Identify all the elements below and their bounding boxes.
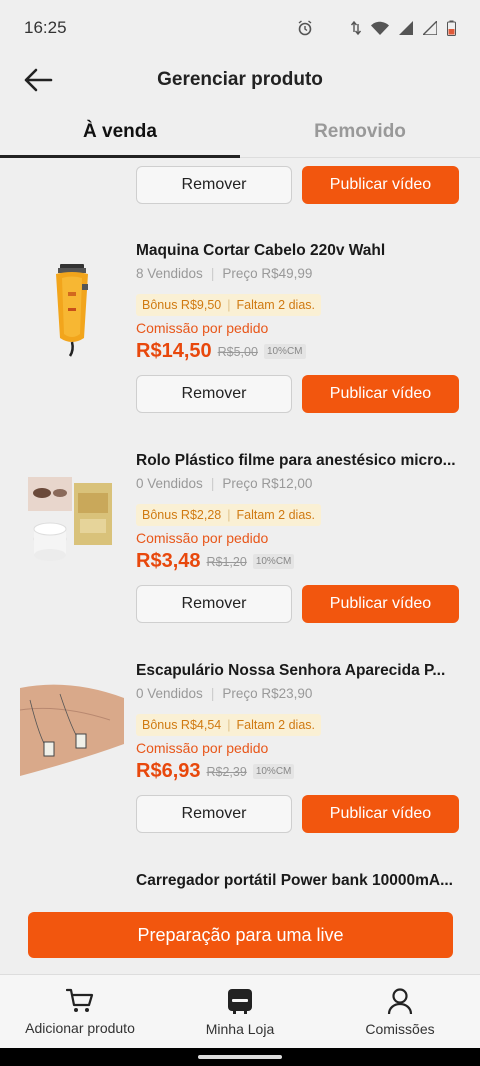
bonus-badge: Bônus R$4,54 | Faltam 2 dias. [136,714,321,736]
old-commission: R$1,20 [206,554,247,569]
commission-row: R$14,50 R$5,00 10%CM [136,340,306,363]
bonus-amount: Bônus R$4,54 [142,718,222,732]
back-button[interactable] [22,64,54,96]
product-meta: 8 Vendidos | Preço R$49,99 [136,266,313,281]
product-price: Preço R$23,90 [222,686,313,701]
plastic-film-roll-image [28,477,112,561]
status-icons [297,20,456,36]
cm-badge: 10%CM [252,554,295,569]
store-icon [228,988,252,1014]
alarm-icon [298,20,312,36]
back-arrow-icon [24,68,53,92]
commission-label: Comissão por pedido [136,530,269,546]
cm-badge: 10%CM [252,764,295,779]
status-bar: 16:25 [0,0,480,56]
product-price: Preço R$12,00 [222,476,313,491]
tab-a-venda[interactable]: À venda [0,106,240,158]
nav-commissions[interactable]: Comissões [320,975,480,1048]
bonus-badge: Bônus R$2,28 | Faltam 2 dias. [136,504,321,526]
battery-icon [447,20,456,36]
list-item[interactable]: Carregador portátil Power bank 10000mA..… [0,872,480,894]
remove-button[interactable]: Remover [136,795,292,833]
item-actions: Remover Publicar vídeo [136,375,459,413]
bonus-badge: Bônus R$9,50 | Faltam 2 dias. [136,294,321,316]
publish-video-button[interactable]: Publicar vídeo [302,585,459,623]
publish-video-button[interactable]: Publicar vídeo [302,795,459,833]
sold-count: 8 Vendidos [136,266,203,281]
signal-icon [399,21,413,35]
prev-item-actions: Remover Publicar vídeo [136,166,459,204]
person-icon [387,987,413,1014]
bonus-amount: Bônus R$9,50 [142,298,222,312]
status-time: 16:25 [24,18,67,37]
commission-label: Comissão por pedido [136,320,269,336]
publish-video-button[interactable]: Publicar vídeo [302,375,459,413]
commission-row: R$3,48 R$1,20 10%CM [136,550,295,573]
signal-alt-icon [423,21,437,35]
product-title[interactable]: Maquina Cortar Cabelo 220v Wahl [136,242,456,260]
nav-my-store[interactable]: Minha Loja [160,975,320,1048]
home-gesture-bar[interactable] [198,1055,282,1059]
bonus-remaining: Faltam 2 dias. [236,508,315,522]
commission-value: R$14,50 [136,340,212,362]
nav-label: Comissões [365,1020,435,1037]
cart-icon [66,988,94,1012]
item-actions: Remover Publicar vídeo [136,795,459,833]
header: Gerenciar produto [0,56,480,104]
commission-value: R$6,93 [136,760,201,782]
sold-count: 0 Vendidos [136,476,203,491]
product-image[interactable] [20,884,124,894]
remove-button[interactable]: Remover [136,375,292,413]
item-actions: Remover Publicar vídeo [136,585,459,623]
commission-label: Comissão por pedido [136,740,269,756]
cm-badge: 10%CM [263,344,306,359]
product-price: Preço R$49,99 [222,266,313,281]
product-title[interactable]: Carregador portátil Power bank 10000mA..… [136,872,456,890]
data-arrows-icon [351,20,361,36]
product-image[interactable] [20,676,124,780]
hair-clipper-image [56,264,88,357]
commission-value: R$3,48 [136,550,201,572]
product-image[interactable] [20,466,124,570]
product-title[interactable]: Escapulário Nossa Senhora Aparecida P... [136,662,456,680]
prepare-live-button[interactable]: Preparação para uma live [28,912,453,958]
publish-video-button[interactable]: Publicar vídeo [302,166,459,204]
tab-removido[interactable]: Removido [240,106,480,157]
product-meta: 0 Vendidos | Preço R$23,90 [136,686,313,701]
nav-add-product[interactable]: Adicionar produto [0,975,160,1048]
gesture-area [0,1048,480,1066]
bonus-remaining: Faltam 2 dias. [236,298,315,312]
wifi-icon [371,21,389,35]
page-title: Gerenciar produto [157,69,323,90]
product-image[interactable] [20,256,124,360]
list-item[interactable]: Escapulário Nossa Senhora Aparecida P...… [0,662,480,862]
cta-area: Preparação para uma live [0,894,480,974]
tab-bar: À venda Removido [0,106,480,158]
bonus-remaining: Faltam 2 dias. [236,718,315,732]
bonus-amount: Bônus R$2,28 [142,508,222,522]
list-item[interactable]: Rolo Plástico filme para anestésico micr… [0,452,480,652]
old-commission: R$5,00 [217,344,258,359]
product-list[interactable]: Remover Publicar vídeo Maquina Cortar Ca… [0,158,480,894]
sold-count: 0 Vendidos [136,686,203,701]
bottom-nav: Adicionar produto Minha Loja Comissões [0,974,480,1048]
old-commission: R$2,39 [206,764,247,779]
product-meta: 0 Vendidos | Preço R$12,00 [136,476,313,491]
nav-label: Minha Loja [205,1020,275,1037]
remove-button[interactable]: Remover [136,166,292,204]
commission-row: R$6,93 R$2,39 10%CM [136,760,295,783]
nav-label: Adicionar produto [25,1019,135,1036]
remove-button[interactable]: Remover [136,585,292,623]
scapular-necklace-image [20,684,124,776]
list-item[interactable]: Maquina Cortar Cabelo 220v Wahl 8 Vendid… [0,242,480,442]
product-title[interactable]: Rolo Plástico filme para anestésico micr… [136,452,456,470]
